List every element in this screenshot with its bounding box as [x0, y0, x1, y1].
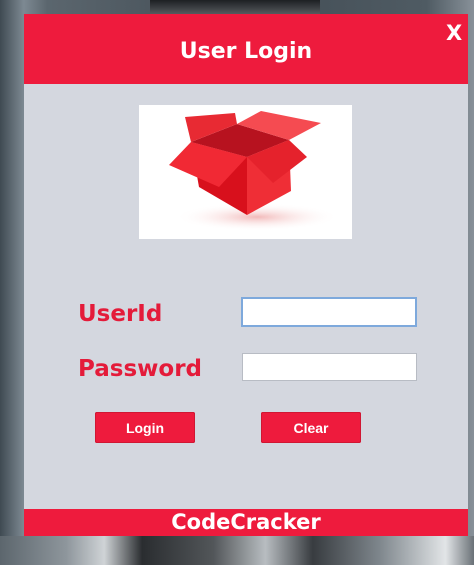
clear-button[interactable]: Clear	[261, 412, 361, 443]
box-logo-icon	[139, 105, 352, 239]
footer-bar: CodeCracker	[24, 509, 468, 536]
open-box-icon	[169, 111, 339, 231]
login-button[interactable]: Login	[95, 412, 195, 443]
background-car-top	[150, 0, 320, 14]
background-car-bottom	[0, 536, 474, 565]
password-field[interactable]	[242, 353, 417, 381]
userid-label: UserId	[78, 301, 163, 327]
userid-field[interactable]	[241, 297, 417, 327]
password-label: Password	[78, 356, 202, 382]
window-title: User Login	[179, 39, 313, 64]
footer-brand: CodeCracker	[171, 510, 321, 534]
title-bar: User Login X	[24, 14, 468, 84]
close-button[interactable]: X	[446, 21, 462, 45]
login-window: User Login X UserId Password Login Clear	[24, 14, 468, 536]
